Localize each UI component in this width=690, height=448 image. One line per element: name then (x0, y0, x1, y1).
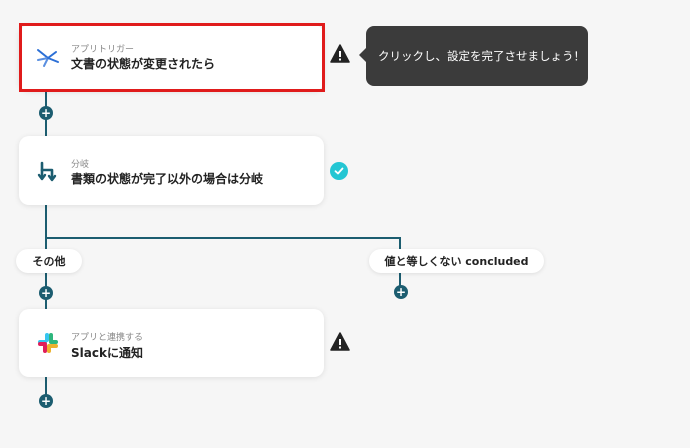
setup-tooltip: クリックし、設定を完了させましょう！ (359, 26, 588, 86)
add-step-button[interactable]: + (39, 106, 53, 120)
action-title: Slackに通知 (71, 346, 143, 360)
check-icon (330, 162, 348, 180)
add-step-button[interactable]: + (394, 285, 408, 299)
branch-label-condition[interactable]: 値と等しくない concluded (369, 249, 544, 273)
action-card[interactable]: アプリと連携する Slackに通知 (19, 309, 324, 377)
slack-icon (35, 330, 61, 356)
connector-line (45, 237, 400, 239)
warning-icon (330, 44, 350, 63)
warning-icon (330, 332, 350, 351)
action-subtitle: アプリと連携する (71, 333, 144, 343)
branch-title: 書類の状態が完了以外の場合は分岐 (71, 172, 264, 186)
add-step-button[interactable]: + (39, 286, 53, 300)
branch-card[interactable]: 分岐 書類の状態が完了以外の場合は分岐 (19, 136, 324, 205)
selection-highlight (19, 23, 325, 92)
branch-subtitle: 分岐 (71, 160, 90, 170)
tooltip-text: クリックし、設定を完了させましょう！ (378, 49, 585, 63)
add-step-button[interactable]: + (39, 394, 53, 408)
branch-label-other-text: その他 (32, 255, 66, 268)
branch-label-other[interactable]: その他 (16, 249, 82, 273)
branch-icon (35, 158, 61, 184)
branch-label-condition-text: 値と等しくない concluded (384, 255, 529, 268)
